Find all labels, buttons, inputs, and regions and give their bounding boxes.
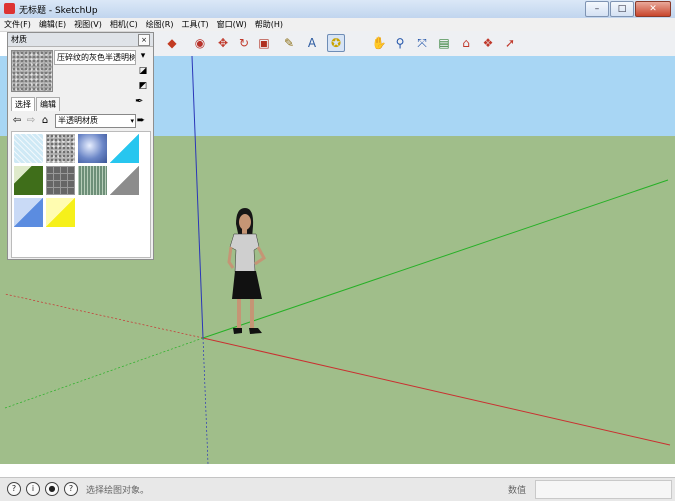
credits-icon[interactable]: i — [26, 482, 40, 496]
materials-panel: 材质 × 压碎纹的灰色半透明树 ▾ ◪ ◩ 选择 编辑 ✒ ⇦ ⇨ ⌂ 半透明材… — [7, 32, 154, 260]
create-material-icon[interactable]: ◪ — [137, 65, 149, 77]
display-secondary-icon[interactable]: ▾ — [137, 50, 149, 62]
current-material-preview — [11, 50, 53, 92]
window-title: 无标题 - SketchUp — [19, 6, 98, 16]
swatch-translucent-gray-tile[interactable] — [46, 166, 75, 195]
materials-panel-header: 材质 × — [8, 33, 153, 47]
title-bar: 无标题 - SketchUp – □ ✕ — [0, 0, 675, 19]
sketchup-logo-icon — [4, 3, 15, 14]
measurements-label: 数值 — [508, 486, 527, 496]
measurements-box[interactable] — [535, 480, 672, 499]
chevron-down-icon: ▾ — [130, 117, 134, 125]
swatch-translucent-gray[interactable] — [110, 166, 139, 195]
zoom-icon[interactable]: ⚲ — [392, 35, 408, 51]
tab-edit[interactable]: 编辑 — [36, 97, 60, 111]
geolocation-icon[interactable]: ? — [7, 482, 21, 496]
main-toolbar: ◆ ◉ ✥ ↻ ▣ ✎ A ✪ ✋ ⚲ ⤧ ▤ ⌂ ❖ ➚ — [150, 31, 675, 57]
sample-paint-icon[interactable]: ✒ — [135, 96, 143, 107]
menu-edit[interactable]: 编辑(E) — [35, 18, 70, 31]
tape-measure-icon[interactable]: ✎ — [281, 35, 297, 51]
maximize-button[interactable]: □ — [610, 1, 634, 17]
orbit-icon[interactable]: ✋ — [371, 35, 387, 51]
zoom-extents-icon[interactable]: ⤧ — [414, 35, 430, 51]
library-dropdown[interactable]: 半透明材质 ▾ — [55, 114, 136, 128]
close-button[interactable]: ✕ — [635, 1, 671, 17]
follow-me-icon[interactable]: ◉ — [192, 35, 208, 51]
swatch-translucent-blue-sky[interactable] — [78, 134, 107, 163]
menu-tools[interactable]: 工具(T) — [178, 18, 213, 31]
status-bar: ? i ● ? 选择绘图对象。 数值 — [0, 477, 675, 501]
materials-panel-title: 材质 — [11, 35, 27, 44]
swatch-translucent-cyan[interactable] — [110, 134, 139, 163]
swatch-translucent-glass-light-blue[interactable] — [14, 134, 43, 163]
window-controls: – □ ✕ — [585, 1, 671, 17]
paint-bucket-icon[interactable]: ✪ — [327, 34, 345, 52]
menu-draw[interactable]: 绘图(R) — [142, 18, 178, 31]
swatch-translucent-green[interactable] — [14, 166, 43, 195]
components-icon[interactable]: ❖ — [480, 35, 496, 51]
home-icon[interactable]: ⌂ — [39, 114, 51, 128]
material-swatch-grid — [11, 131, 151, 258]
share-model-icon[interactable]: ➚ — [502, 35, 518, 51]
details-arrow-icon[interactable]: ➨ — [135, 114, 147, 128]
menu-window[interactable]: 窗口(W) — [213, 18, 251, 31]
swatch-translucent-crushed-gray[interactable] — [46, 134, 75, 163]
minimize-button[interactable]: – — [585, 1, 609, 17]
instructor-icon[interactable]: ? — [64, 482, 78, 496]
menu-view[interactable]: 视图(V) — [70, 18, 106, 31]
status-hint: 选择绘图对象。 — [86, 486, 150, 496]
menu-camera[interactable]: 相机(C) — [106, 18, 142, 31]
back-arrow-icon[interactable]: ⇦ — [11, 114, 23, 128]
menu-bar: 文件(F) 编辑(E) 视图(V) 相机(C) 绘图(R) 工具(T) 窗口(W… — [0, 18, 675, 32]
swatch-translucent-blue[interactable] — [14, 198, 43, 227]
move-icon[interactable]: ✥ — [215, 35, 231, 51]
swatch-translucent-reed[interactable] — [78, 166, 107, 195]
panel-close-button[interactable]: × — [138, 34, 150, 46]
scale-icon[interactable]: ▣ — [256, 35, 272, 51]
menu-help[interactable]: 帮助(H) — [251, 18, 287, 31]
forward-arrow-icon[interactable]: ⇨ — [25, 114, 37, 128]
push-pull-icon[interactable]: ◆ — [164, 35, 180, 51]
material-tabs: 选择 编辑 — [11, 97, 61, 111]
material-name-field[interactable]: 压碎纹的灰色半透明树 — [54, 50, 136, 65]
swatch-translucent-yellow[interactable] — [46, 198, 75, 227]
warehouse-icon[interactable]: ⌂ — [458, 35, 474, 51]
library-dropdown-value: 半透明材质 — [58, 116, 98, 125]
menu-file[interactable]: 文件(F) — [0, 18, 35, 31]
tab-select[interactable]: 选择 — [11, 97, 35, 111]
rotate-icon[interactable]: ↻ — [236, 35, 252, 51]
default-material-icon[interactable]: ◩ — [137, 80, 149, 92]
library-nav: ⇦ ⇨ ⌂ 半透明材质 ▾ ➨ — [11, 114, 151, 128]
text-icon[interactable]: A — [304, 35, 320, 51]
user-account-icon[interactable]: ● — [45, 482, 59, 496]
photo-textures-icon[interactable]: ▤ — [436, 35, 452, 51]
